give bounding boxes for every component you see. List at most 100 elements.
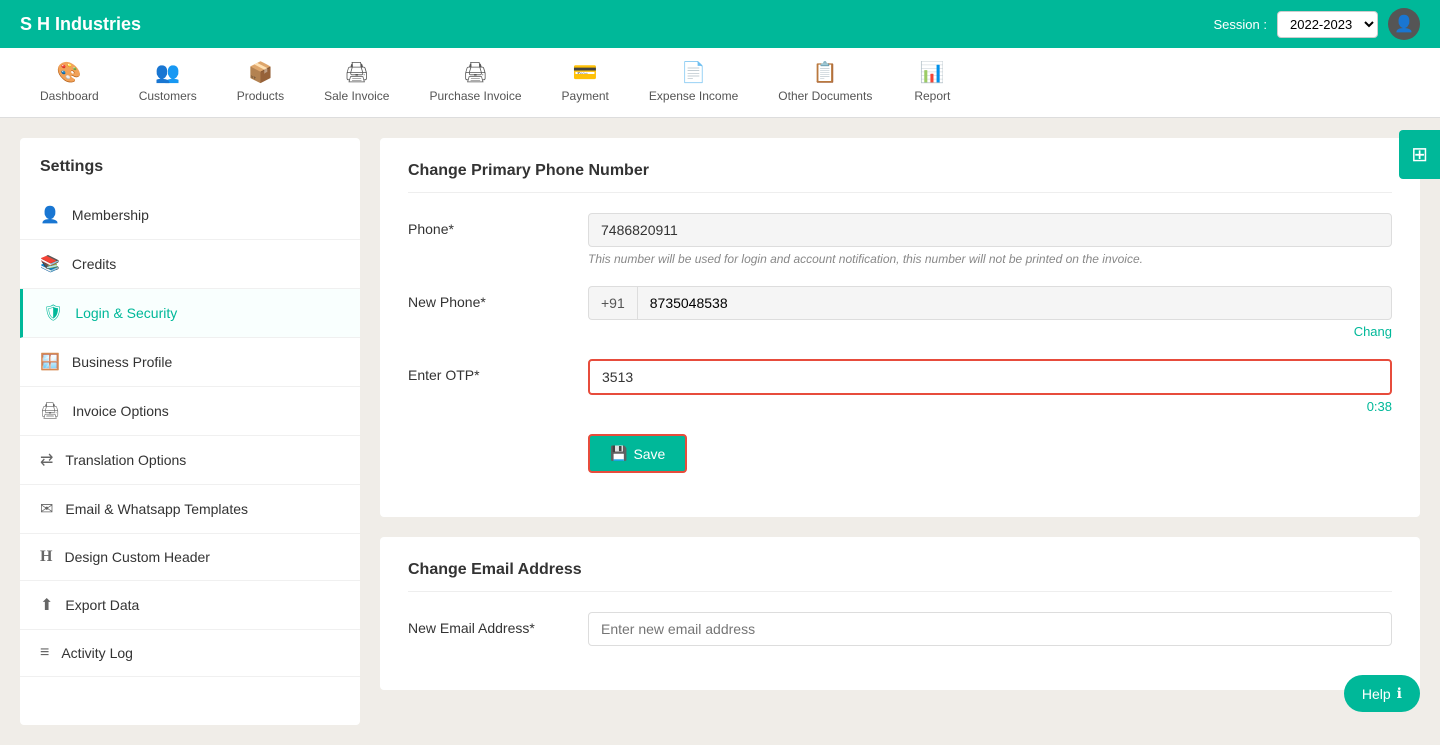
sidebar-label-business-profile: Business Profile xyxy=(72,354,172,370)
help-icon: ℹ xyxy=(1397,685,1402,702)
export-data-icon: ⬆ xyxy=(40,595,53,615)
invoice-options-icon: 🖨 xyxy=(40,401,60,421)
nav-label-dashboard: Dashboard xyxy=(40,89,99,103)
nav-label-customers: Customers xyxy=(139,89,197,103)
nav-item-dashboard[interactable]: 🎨 Dashboard xyxy=(20,48,119,117)
change-link[interactable]: Chang xyxy=(588,324,1392,339)
sidebar-label-invoice-options: Invoice Options xyxy=(72,403,169,419)
sidebar-item-translation-options[interactable]: ⇄ Translation Options xyxy=(20,436,360,485)
email-input[interactable] xyxy=(588,612,1392,646)
report-icon: 📊 xyxy=(920,60,945,85)
sidebar-label-email-whatsapp: Email & Whatsapp Templates xyxy=(65,501,248,517)
sidebar: Settings 👤 Membership 📚 Credits 🛡 Login … xyxy=(20,138,360,725)
save-icon: 💾 xyxy=(610,445,627,462)
otp-form-group: Enter OTP* 0:38 xyxy=(408,359,1392,414)
avatar[interactable]: 👤 xyxy=(1388,8,1420,40)
sidebar-item-export-data[interactable]: ⬆ Export Data xyxy=(20,581,360,630)
sidebar-label-translation-options: Translation Options xyxy=(65,452,186,468)
phone-form-group: Phone* This number will be used for logi… xyxy=(408,213,1392,266)
calculator-button[interactable]: ⊞ xyxy=(1399,130,1440,179)
nav-label-other-documents: Other Documents xyxy=(778,89,872,103)
sale-invoice-icon: 🖨 xyxy=(344,60,369,85)
new-phone-input[interactable] xyxy=(637,286,1392,320)
brand-name: S H Industries xyxy=(20,14,141,35)
nav-item-payment[interactable]: 💳 Payment xyxy=(542,48,629,117)
nav-item-products[interactable]: 📦 Products xyxy=(217,48,304,117)
sidebar-label-export-data: Export Data xyxy=(65,597,139,613)
sidebar-label-credits: Credits xyxy=(72,256,116,272)
nav-label-report: Report xyxy=(914,89,950,103)
phone-value-wrap: This number will be used for login and a… xyxy=(588,213,1392,266)
nav-item-purchase-invoice[interactable]: 🖨 Purchase Invoice xyxy=(409,48,541,117)
email-card: Change Email Address New Email Address* xyxy=(380,537,1420,690)
phone-input-wrap: +91 xyxy=(588,286,1392,320)
sidebar-item-design-header[interactable]: H Design Custom Header xyxy=(20,534,360,581)
email-whatsapp-icon: ✉ xyxy=(40,499,53,519)
new-phone-value-wrap: +91 Chang xyxy=(588,286,1392,339)
nav-item-report[interactable]: 📊 Report xyxy=(892,48,972,117)
sidebar-item-membership[interactable]: 👤 Membership xyxy=(20,191,360,240)
save-button[interactable]: 💾 Save xyxy=(588,434,687,473)
phone-prefix: +91 xyxy=(588,286,637,320)
phone-card-title: Change Primary Phone Number xyxy=(408,162,1392,193)
credits-icon: 📚 xyxy=(40,254,60,274)
design-header-icon: H xyxy=(40,548,52,566)
navbar: 🎨 Dashboard 👥 Customers 📦 Products 🖨 Sal… xyxy=(0,48,1440,118)
products-icon: 📦 xyxy=(248,60,273,85)
otp-input[interactable] xyxy=(588,359,1392,395)
calculator-icon: ⊞ xyxy=(1411,144,1428,166)
email-form-group: New Email Address* xyxy=(408,612,1392,646)
sidebar-item-business-profile[interactable]: 🪟 Business Profile xyxy=(20,338,360,387)
nav-label-products: Products xyxy=(237,89,284,103)
expense-icon: 📄 xyxy=(681,60,706,85)
customers-icon: 👥 xyxy=(155,60,180,85)
session-label: Session : xyxy=(1214,17,1267,32)
topbar: S H Industries Session : 2022-2023 2021-… xyxy=(0,0,1440,48)
new-phone-label: New Phone* xyxy=(408,286,568,310)
content-area: Change Primary Phone Number Phone* This … xyxy=(380,138,1420,725)
purchase-invoice-icon: 🖨 xyxy=(463,60,488,85)
phone-input[interactable] xyxy=(588,213,1392,247)
phone-hint: This number will be used for login and a… xyxy=(588,252,1392,266)
nav-item-customers[interactable]: 👥 Customers xyxy=(119,48,217,117)
dashboard-icon: 🎨 xyxy=(57,60,82,85)
nav-label-expense-income: Expense Income xyxy=(649,89,738,103)
business-profile-icon: 🪟 xyxy=(40,352,60,372)
payment-icon: 💳 xyxy=(573,60,598,85)
activity-log-icon: ≡ xyxy=(40,644,49,662)
email-label: New Email Address* xyxy=(408,612,568,636)
security-icon: 🛡 xyxy=(43,303,63,323)
phone-label: Phone* xyxy=(408,213,568,237)
sidebar-label-design-header: Design Custom Header xyxy=(64,549,210,565)
sidebar-item-login-security[interactable]: 🛡 Login & Security xyxy=(20,289,360,338)
sidebar-item-invoice-options[interactable]: 🖨 Invoice Options xyxy=(20,387,360,436)
email-card-title: Change Email Address xyxy=(408,561,1392,592)
help-button[interactable]: Help ℹ xyxy=(1344,675,1420,712)
sidebar-label-login-security: Login & Security xyxy=(75,305,177,321)
nav-item-sale-invoice[interactable]: 🖨 Sale Invoice xyxy=(304,48,409,117)
phone-card: Change Primary Phone Number Phone* This … xyxy=(380,138,1420,517)
membership-icon: 👤 xyxy=(40,205,60,225)
topbar-right: Session : 2022-2023 2021-2022 👤 xyxy=(1214,8,1420,40)
nav-item-other-documents[interactable]: 📋 Other Documents xyxy=(758,48,892,117)
otp-timer: 0:38 xyxy=(588,399,1392,414)
nav-item-expense-income[interactable]: 📄 Expense Income xyxy=(629,48,758,117)
new-phone-form-group: New Phone* +91 Chang xyxy=(408,286,1392,339)
session-select[interactable]: 2022-2023 2021-2022 xyxy=(1277,11,1378,38)
otp-value-wrap: 0:38 xyxy=(588,359,1392,414)
sidebar-item-activity-log[interactable]: ≡ Activity Log xyxy=(20,630,360,677)
nav-label-purchase-invoice: Purchase Invoice xyxy=(429,89,521,103)
help-label: Help xyxy=(1362,686,1391,702)
other-docs-icon: 📋 xyxy=(813,60,838,85)
sidebar-label-activity-log: Activity Log xyxy=(61,645,133,661)
sidebar-item-email-whatsapp[interactable]: ✉ Email & Whatsapp Templates xyxy=(20,485,360,534)
nav-label-payment: Payment xyxy=(562,89,609,103)
sidebar-item-credits[interactable]: 📚 Credits xyxy=(20,240,360,289)
otp-label: Enter OTP* xyxy=(408,359,568,383)
save-form-group: 💾 Save xyxy=(408,434,1392,473)
email-value-wrap xyxy=(588,612,1392,646)
sidebar-label-membership: Membership xyxy=(72,207,149,223)
nav-label-sale-invoice: Sale Invoice xyxy=(324,89,389,103)
translation-icon: ⇄ xyxy=(40,450,53,470)
save-label: Save xyxy=(633,446,665,462)
